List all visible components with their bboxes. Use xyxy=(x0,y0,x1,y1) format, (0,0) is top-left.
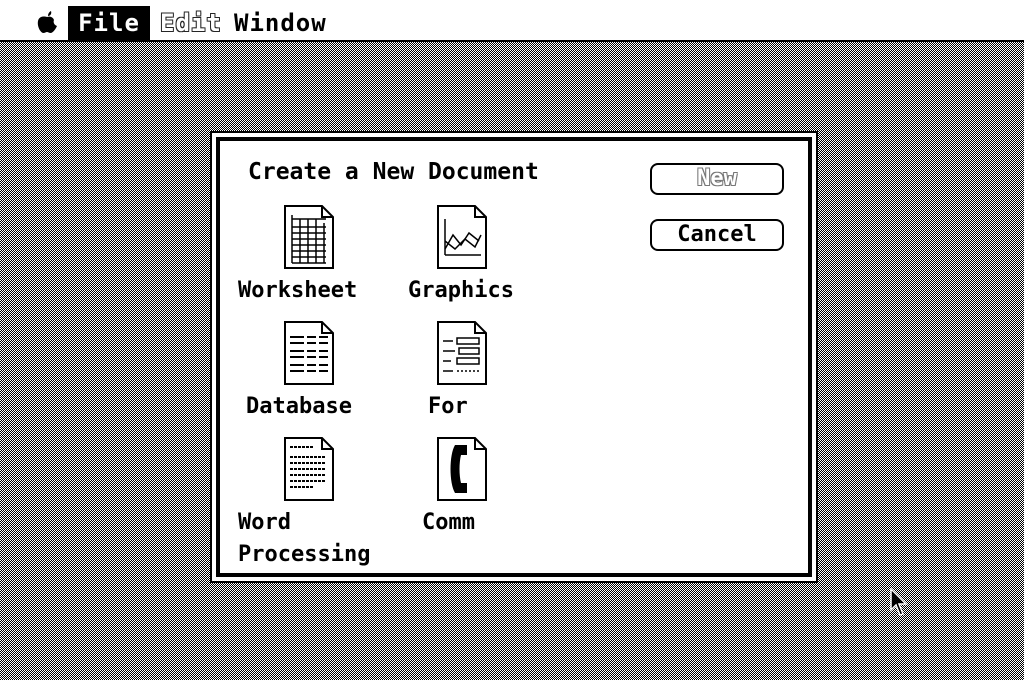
doc-label-worksheet: Worksheet xyxy=(238,278,358,303)
menu-edit[interactable]: Edit xyxy=(160,6,222,42)
word-processing-icon[interactable] xyxy=(284,437,334,501)
menu-file[interactable]: File xyxy=(68,6,150,42)
form-icon[interactable] xyxy=(437,321,487,385)
graphics-icon[interactable] xyxy=(437,205,487,269)
doc-label-word: Word xyxy=(238,510,291,535)
doc-label-processing: Processing xyxy=(238,542,371,567)
new-button[interactable]: New xyxy=(650,163,784,195)
database-icon[interactable] xyxy=(284,321,334,385)
menu-window[interactable]: Window xyxy=(234,6,327,42)
doc-label-comm: Comm xyxy=(422,510,475,535)
dialog-title: Create a New Document xyxy=(248,159,539,185)
worksheet-icon[interactable] xyxy=(284,205,334,269)
menu-bar: File Edit Window xyxy=(0,0,1024,42)
doc-label-form: For xyxy=(428,394,468,419)
mouse-cursor-icon xyxy=(890,587,908,622)
cancel-button[interactable]: Cancel xyxy=(650,219,784,251)
doc-label-graphics: Graphics xyxy=(408,278,514,303)
apple-menu[interactable] xyxy=(36,6,64,42)
communication-icon[interactable] xyxy=(437,437,487,501)
dialog-body: Create a New Document New Cancel Workshe… xyxy=(216,137,812,577)
doc-label-database: Database xyxy=(246,394,352,419)
new-document-dialog: Create a New Document New Cancel Workshe… xyxy=(210,131,818,583)
apple-icon xyxy=(37,11,57,33)
